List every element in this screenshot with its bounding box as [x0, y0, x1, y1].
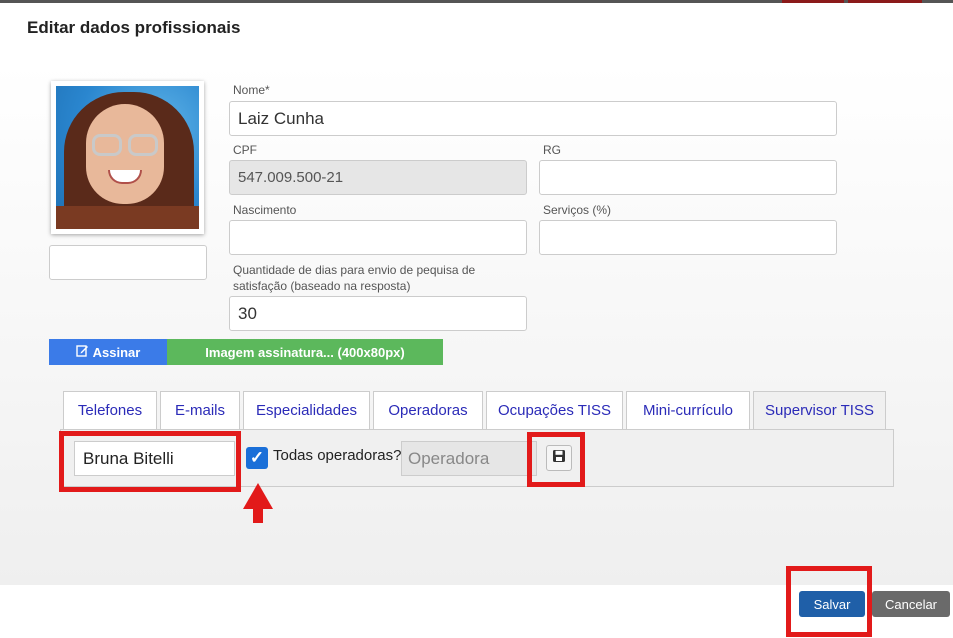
nome-label: Nome* [233, 83, 270, 97]
salvar-button[interactable]: Salvar [799, 591, 865, 617]
todas-operadoras-checkbox[interactable]: ✓ [246, 447, 268, 469]
pesquisa-label: Quantidade de dias para envio de pequisa… [233, 263, 476, 277]
tab-mini-curriculo[interactable]: Mini-currículo [626, 391, 750, 429]
rg-label: RG [543, 143, 561, 157]
rg-input[interactable] [539, 160, 837, 195]
annotation-box-supervisor [59, 431, 241, 492]
pesquisa-label-cont: satisfação (baseado na resposta) [233, 279, 411, 293]
servicos-input[interactable] [539, 220, 837, 255]
nome-input[interactable]: Laiz Cunha [229, 101, 837, 136]
tab-ocupacoes-tiss[interactable]: Ocupações TISS [486, 391, 623, 429]
profile-photo[interactable] [51, 81, 204, 234]
tab-especialidades[interactable]: Especialidades [243, 391, 370, 429]
tab-emails[interactable]: E-mails [160, 391, 240, 429]
cpf-label: CPF [233, 143, 257, 157]
modal-title: Editar dados profissionais [27, 18, 241, 37]
edit-icon [75, 344, 89, 360]
assinar-label: Assinar [92, 344, 141, 360]
tab-supervisor-tiss[interactable]: Supervisor TISS [753, 391, 886, 429]
imagem-assinatura-button[interactable]: Imagem assinatura... (400x80px) [167, 339, 443, 365]
cpf-input: 547.009.500-21 [229, 160, 527, 195]
tab-operadoras[interactable]: Operadoras [373, 391, 483, 429]
profile-photo-image [56, 86, 199, 229]
todas-operadoras-label: Todas operadoras? [273, 447, 402, 464]
annotation-box-save [527, 432, 585, 487]
annotation-arrow-stem [253, 505, 263, 523]
tab-telefones[interactable]: Telefones [63, 391, 157, 429]
cancelar-button[interactable]: Cancelar [872, 591, 950, 617]
photo-caption-input[interactable] [49, 245, 207, 280]
servicos-label: Serviços (%) [543, 203, 612, 217]
nascimento-input[interactable] [229, 220, 527, 255]
assinar-button[interactable]: Assinar [49, 339, 167, 365]
operadora-input: Operadora [401, 441, 537, 476]
pesquisa-input[interactable]: 30 [229, 296, 527, 331]
checkmark-icon: ✓ [249, 448, 265, 467]
nascimento-label: Nascimento [233, 203, 297, 217]
